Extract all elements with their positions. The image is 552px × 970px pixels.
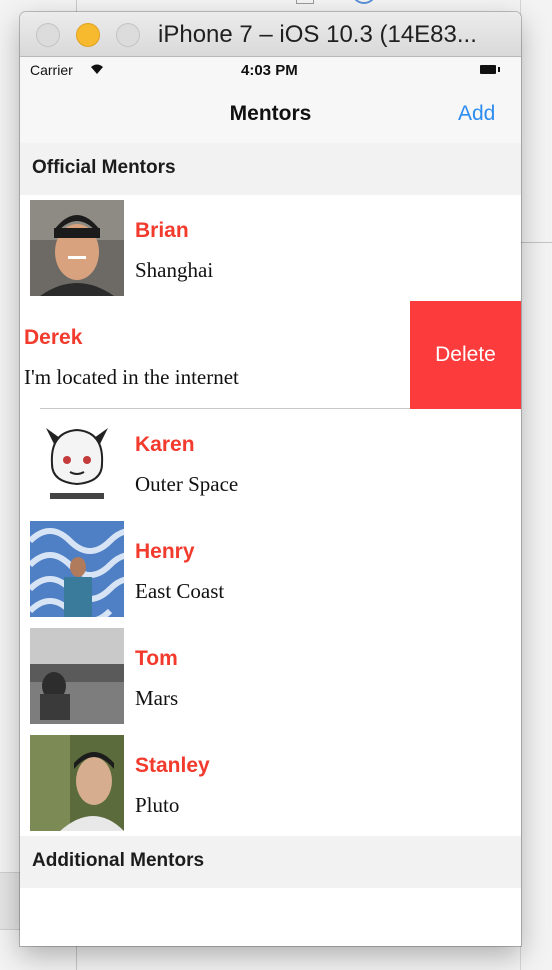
mentor-row-derek[interactable]: Derek I'm located in the internet Delete xyxy=(20,301,521,409)
status-bar: Carrier 4:03 PM xyxy=(20,57,521,83)
mentor-name: Tom xyxy=(135,647,178,670)
close-window-button[interactable] xyxy=(36,23,60,47)
avatar xyxy=(30,521,124,617)
row-content: Derek I'm located in the internet xyxy=(20,301,410,409)
mentor-location: Outer Space xyxy=(135,472,239,496)
section-header-additional: Additional Mentors xyxy=(20,836,521,888)
background-toolbar xyxy=(296,0,386,6)
mentor-name: Derek xyxy=(24,326,83,349)
wifi-icon xyxy=(91,64,103,74)
mentor-location: I'm located in the internet xyxy=(24,365,239,389)
mentor-row-karen[interactable]: Karen Outer Space xyxy=(20,409,521,516)
mentor-location: East Coast xyxy=(135,579,225,603)
battery-icon xyxy=(480,65,496,74)
mentor-name: Henry xyxy=(135,540,195,563)
mentor-location: Shanghai xyxy=(135,258,214,282)
mentor-location: Pluto xyxy=(135,793,180,817)
mentor-row-stanley[interactable]: Stanley Pluto xyxy=(20,730,521,837)
avatar xyxy=(30,628,124,724)
background-panel xyxy=(0,872,20,930)
device-screen: Carrier 4:03 PM Mentors Add Official Men… xyxy=(20,57,521,946)
add-button[interactable]: Add xyxy=(458,102,495,126)
background-divider xyxy=(520,242,552,243)
section-header-official: Official Mentors xyxy=(20,143,521,195)
mentor-name: Brian xyxy=(135,219,189,242)
mentor-row-henry[interactable]: Henry East Coast xyxy=(20,516,521,623)
window-title: iPhone 7 – iOS 10.3 (14E83... xyxy=(158,21,477,48)
mentor-location: Mars xyxy=(135,686,179,710)
battery-tip xyxy=(498,67,500,72)
avatar xyxy=(30,414,124,510)
section-title: Official Mentors xyxy=(32,157,176,178)
mentor-row-brian[interactable]: Brian Shanghai xyxy=(20,195,521,302)
carrier-label: Carrier xyxy=(30,62,73,78)
simulator-window: iPhone 7 – iOS 10.3 (14E83... Carrier 4:… xyxy=(20,12,521,946)
avatar xyxy=(30,200,124,296)
mentor-row-tom[interactable]: Tom Mars xyxy=(20,623,521,730)
zoom-window-button[interactable] xyxy=(116,23,140,47)
status-time: 4:03 PM xyxy=(241,62,298,79)
avatar xyxy=(30,735,124,831)
navigation-bar: Mentors Add xyxy=(20,83,521,143)
mentor-name: Stanley xyxy=(135,754,210,777)
minimize-window-button[interactable] xyxy=(76,23,100,47)
mentor-name: Karen xyxy=(135,433,195,456)
window-titlebar[interactable]: iPhone 7 – iOS 10.3 (14E83... xyxy=(20,12,521,57)
section-title: Additional Mentors xyxy=(32,850,205,871)
page-title: Mentors xyxy=(229,102,312,125)
circle-icon xyxy=(352,0,376,4)
square-icon xyxy=(296,0,314,4)
delete-button[interactable]: Delete xyxy=(410,301,521,409)
